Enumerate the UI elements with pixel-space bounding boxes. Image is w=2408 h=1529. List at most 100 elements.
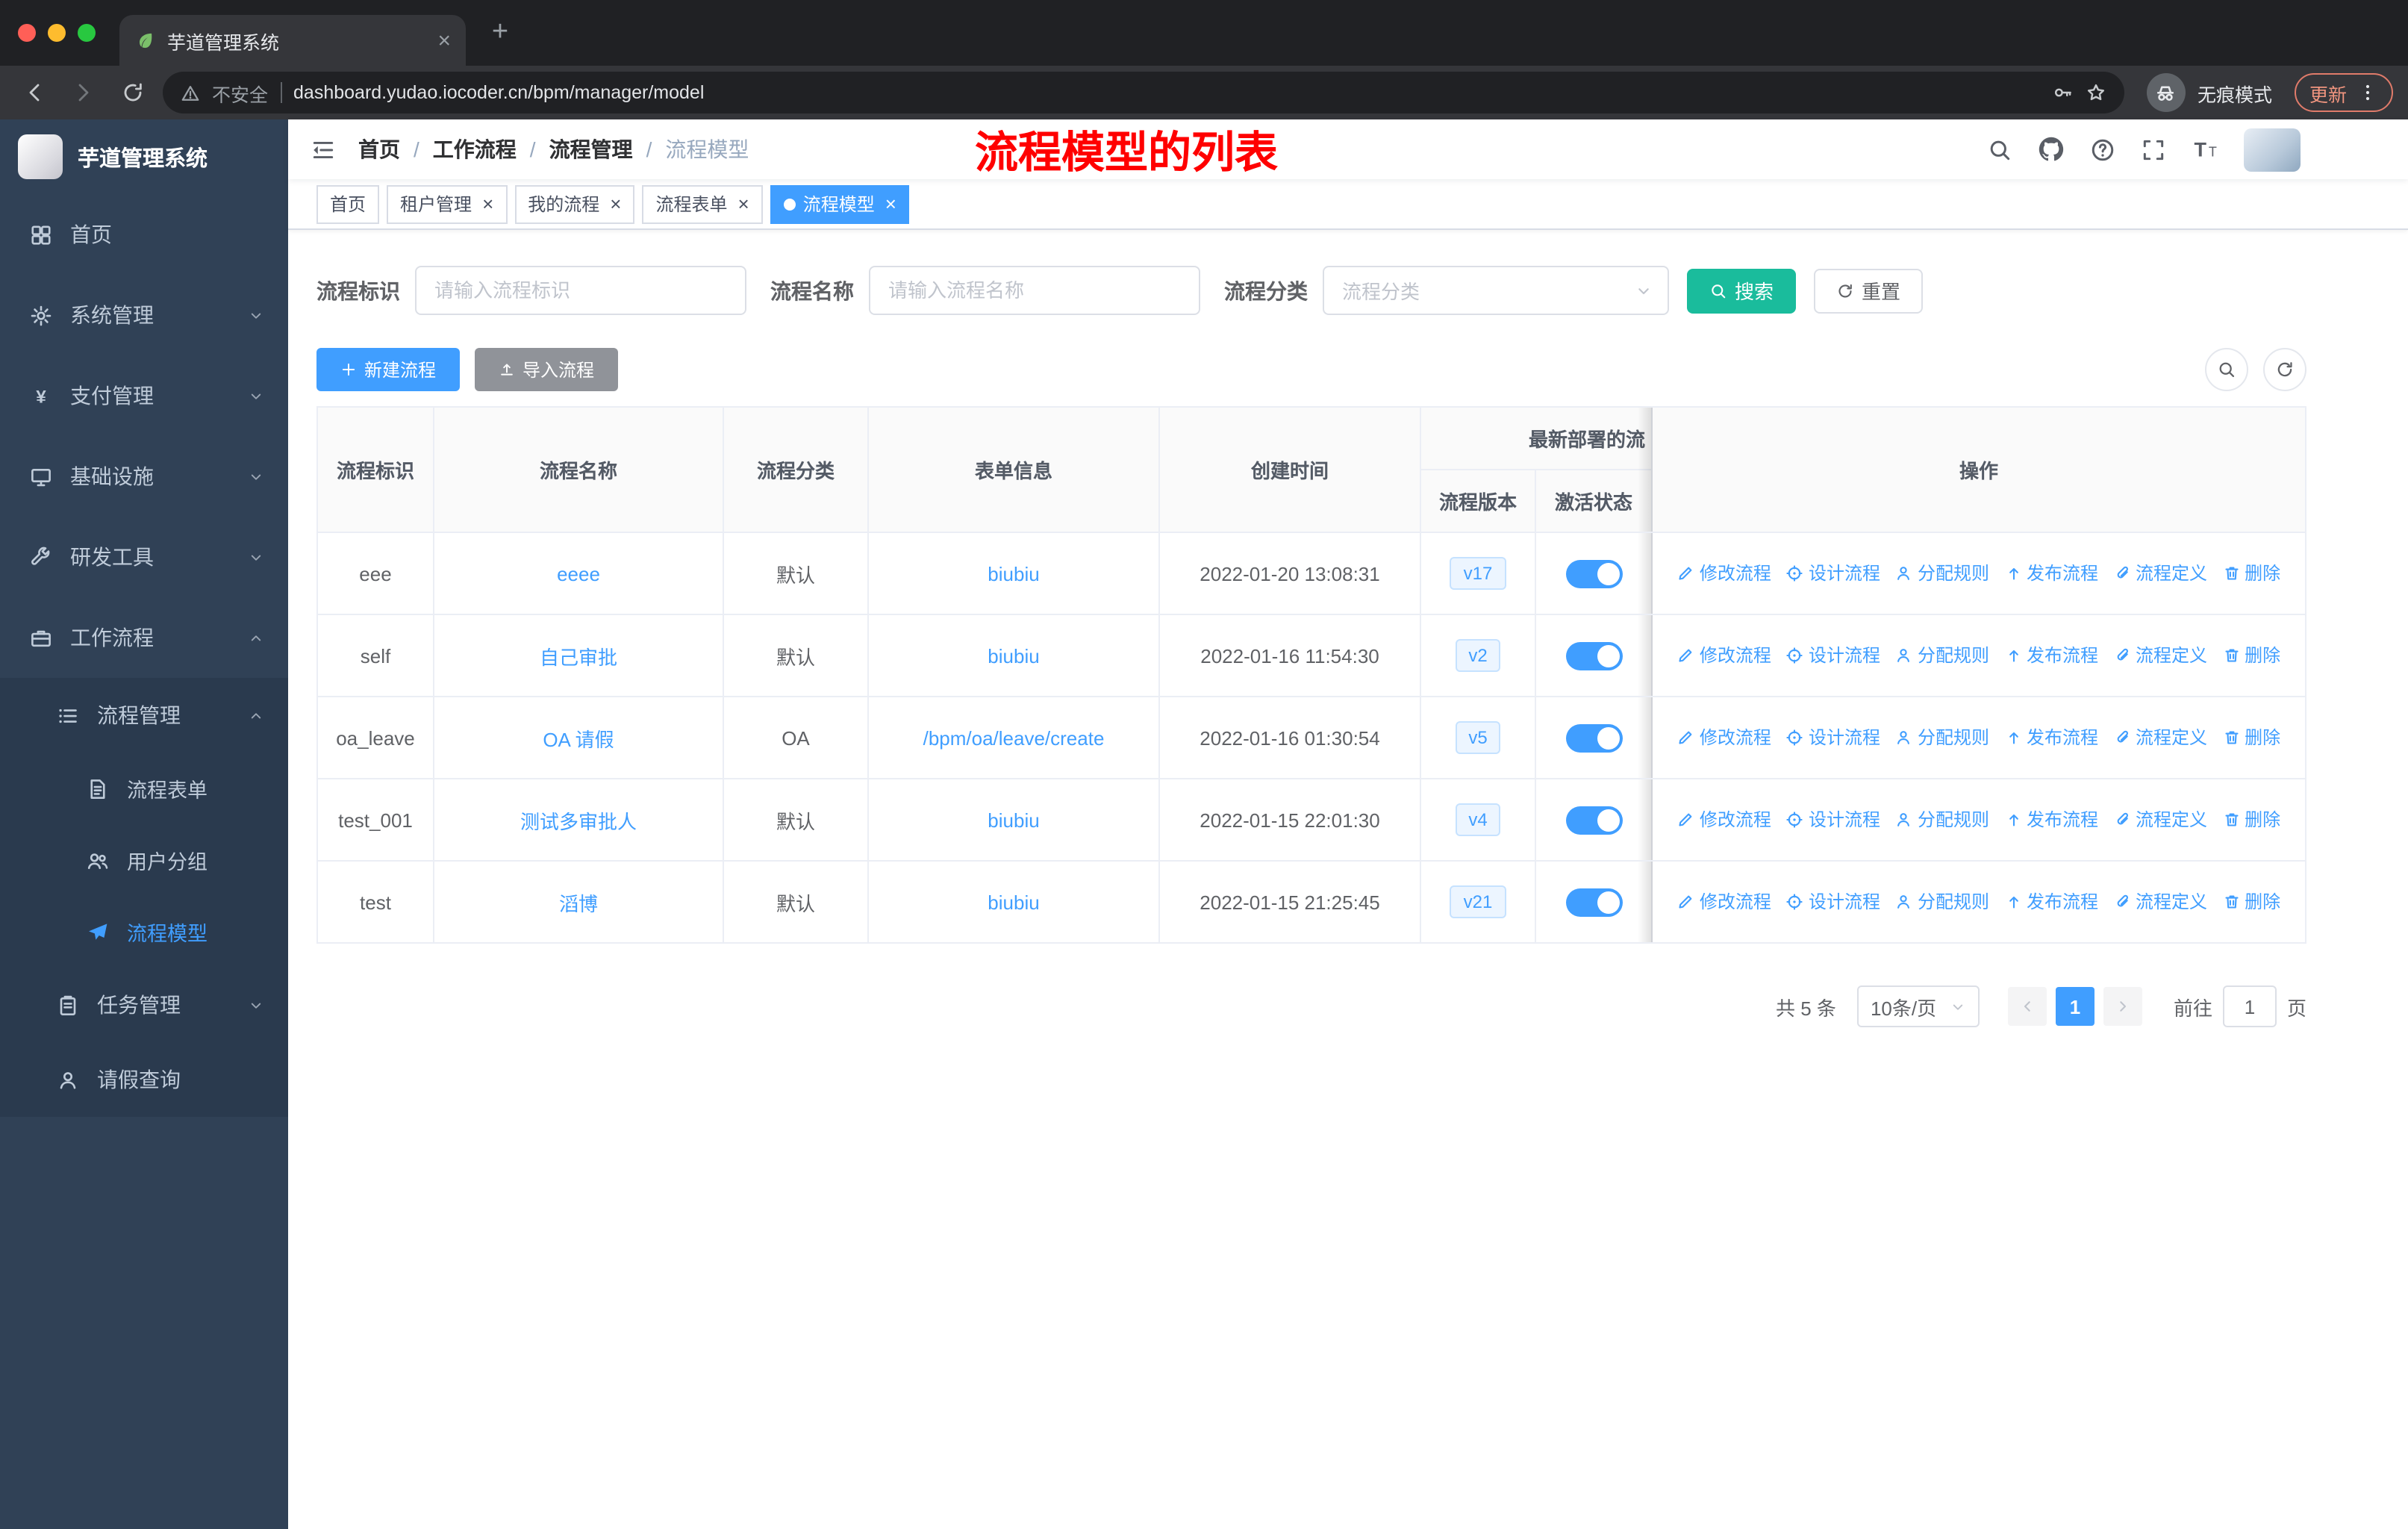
breadcrumb-item[interactable]: 工作流程 <box>433 134 517 164</box>
action-delete[interactable]: 删除 <box>2222 889 2280 915</box>
browser-tab[interactable]: 芋道管理系统 × <box>119 15 466 66</box>
import-process-button[interactable]: 导入流程 <box>475 348 619 391</box>
version-badge[interactable]: v5 <box>1455 721 1501 754</box>
action-edit-process[interactable]: 修改流程 <box>1677 725 1771 750</box>
sidebar-toggle-button[interactable] <box>311 137 336 162</box>
version-badge[interactable]: v2 <box>1455 639 1501 672</box>
reset-button[interactable]: 重置 <box>1814 268 1924 313</box>
header-search-icon[interactable] <box>1987 137 2012 162</box>
tag-close-icon[interactable]: × <box>482 194 493 214</box>
active-switch[interactable] <box>1565 641 1622 670</box>
action-assign-rules[interactable]: 分配规则 <box>1895 561 1989 586</box>
action-delete[interactable]: 删除 <box>2222 561 2280 586</box>
process-name-link[interactable]: 测试多审批人 <box>520 810 637 832</box>
action-publish-process[interactable]: 发布流程 <box>2004 725 2098 750</box>
user-avatar[interactable] <box>2244 128 2301 171</box>
maximize-window-button[interactable] <box>78 24 96 42</box>
sidebar-item-payment-management[interactable]: ¥ 支付管理 <box>0 355 288 436</box>
page-size-select[interactable]: 10条/页 <box>1856 985 1980 1027</box>
sidebar-item-system-management[interactable]: 系统管理 <box>0 275 288 355</box>
tab-close-icon[interactable]: × <box>437 29 451 52</box>
minimize-window-button[interactable] <box>48 24 66 42</box>
fullscreen-icon[interactable] <box>2141 137 2166 162</box>
tag-close-icon[interactable]: × <box>738 194 749 214</box>
tag-my-process[interactable]: 我的流程 × <box>514 184 635 223</box>
version-badge[interactable]: v21 <box>1450 885 1506 918</box>
address-bar[interactable]: 不安全 dashboard.yudao.iocoder.cn/bpm/manag… <box>163 72 2124 113</box>
action-edit-process[interactable]: 修改流程 <box>1677 889 1771 915</box>
help-icon[interactable] <box>2090 137 2115 162</box>
sidebar-item-dev-tools[interactable]: 研发工具 <box>0 517 288 597</box>
font-size-icon[interactable]: TT <box>2192 136 2218 163</box>
browser-back-button[interactable] <box>15 73 54 112</box>
form-info-link[interactable]: /bpm/oa/leave/create <box>923 726 1105 749</box>
action-delete[interactable]: 删除 <box>2222 725 2280 750</box>
sidebar-item-user-group[interactable]: 用户分组 <box>0 824 288 896</box>
sidebar-item-process-model[interactable]: 流程模型 <box>0 896 288 968</box>
browser-forward-button[interactable] <box>64 73 103 112</box>
action-delete[interactable]: 删除 <box>2222 807 2280 832</box>
breadcrumb-item[interactable]: 流程管理 <box>549 134 633 164</box>
action-delete[interactable]: 删除 <box>2222 643 2280 668</box>
action-publish-process[interactable]: 发布流程 <box>2004 561 2098 586</box>
tag-home[interactable]: 首页 <box>316 184 380 223</box>
active-switch[interactable] <box>1565 888 1622 916</box>
process-name-link[interactable]: eeee <box>557 562 600 585</box>
tag-process-form[interactable]: 流程表单 × <box>642 184 763 223</box>
action-process-definition[interactable]: 流程定义 <box>2113 807 2207 832</box>
create-process-button[interactable]: 新建流程 <box>316 348 461 391</box>
process-name-link[interactable]: 滔博 <box>559 892 598 915</box>
sidebar-item-task-management[interactable]: 任务管理 <box>0 968 288 1042</box>
process-name-link[interactable]: OA 请假 <box>543 728 614 750</box>
goto-page-input[interactable] <box>2222 985 2277 1027</box>
form-info-link[interactable]: biubiu <box>988 644 1039 667</box>
action-assign-rules[interactable]: 分配规则 <box>1895 643 1989 668</box>
form-info-link[interactable]: biubiu <box>988 891 1039 913</box>
sidebar-item-infrastructure[interactable]: 基础设施 <box>0 436 288 517</box>
prev-page-button[interactable] <box>2007 987 2047 1026</box>
update-button[interactable]: 更新 <box>2294 73 2393 112</box>
action-design-process[interactable]: 设计流程 <box>1786 643 1880 668</box>
browser-menu-icon[interactable] <box>2357 82 2378 103</box>
action-edit-process[interactable]: 修改流程 <box>1677 807 1771 832</box>
sidebar-item-process-management[interactable]: 流程管理 <box>0 678 288 753</box>
action-assign-rules[interactable]: 分配规则 <box>1895 889 1989 915</box>
action-publish-process[interactable]: 发布流程 <box>2004 643 2098 668</box>
search-button[interactable]: 搜索 <box>1687 268 1797 313</box>
form-info-link[interactable]: biubiu <box>988 562 1039 585</box>
breadcrumb-item[interactable]: 首页 <box>358 134 400 164</box>
action-process-definition[interactable]: 流程定义 <box>2113 643 2207 668</box>
action-design-process[interactable]: 设计流程 <box>1786 889 1880 915</box>
active-switch[interactable] <box>1565 559 1622 588</box>
version-badge[interactable]: v4 <box>1455 803 1501 836</box>
close-window-button[interactable] <box>18 24 36 42</box>
action-process-definition[interactable]: 流程定义 <box>2113 889 2207 915</box>
version-badge[interactable]: v17 <box>1450 557 1506 590</box>
action-design-process[interactable]: 设计流程 <box>1786 725 1880 750</box>
sidebar-item-home[interactable]: 首页 <box>0 194 288 275</box>
browser-reload-button[interactable] <box>113 73 152 112</box>
action-publish-process[interactable]: 发布流程 <box>2004 889 2098 915</box>
new-tab-button[interactable]: + <box>478 10 523 55</box>
process-key-input[interactable] <box>415 266 746 315</box>
github-icon[interactable] <box>2038 136 2065 163</box>
action-process-definition[interactable]: 流程定义 <box>2113 561 2207 586</box>
action-assign-rules[interactable]: 分配规则 <box>1895 725 1989 750</box>
active-switch[interactable] <box>1565 723 1622 752</box>
password-key-icon[interactable] <box>2053 82 2074 103</box>
action-process-definition[interactable]: 流程定义 <box>2113 725 2207 750</box>
action-edit-process[interactable]: 修改流程 <box>1677 561 1771 586</box>
tag-close-icon[interactable]: × <box>610 194 621 214</box>
process-name-input[interactable] <box>869 266 1200 315</box>
sidebar-item-process-form[interactable]: 流程表单 <box>0 753 288 824</box>
tag-process-model[interactable]: 流程模型 × <box>770 184 910 223</box>
action-design-process[interactable]: 设计流程 <box>1786 561 1880 586</box>
refresh-table-button[interactable] <box>2263 348 2306 391</box>
active-switch[interactable] <box>1565 806 1622 834</box>
bookmark-star-icon[interactable] <box>2086 82 2106 103</box>
action-edit-process[interactable]: 修改流程 <box>1677 643 1771 668</box>
form-info-link[interactable]: biubiu <box>988 809 1039 831</box>
sidebar-item-leave-query[interactable]: 请假查询 <box>0 1042 288 1117</box>
tag-close-icon[interactable]: × <box>885 194 896 214</box>
process-name-link[interactable]: 自己审批 <box>540 646 617 668</box>
